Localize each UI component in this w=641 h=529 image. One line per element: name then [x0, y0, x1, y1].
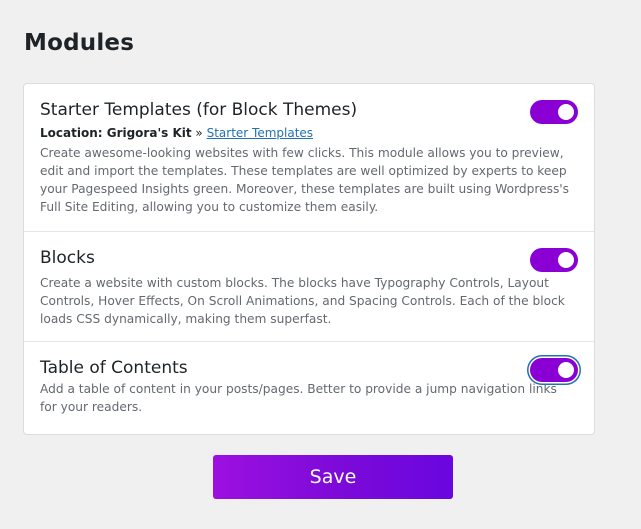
modules-card: Starter Templates (for Block Themes) Loc… — [23, 83, 595, 435]
module-title: Blocks — [40, 248, 95, 268]
location-label: Location: Grigora's Kit — [40, 126, 192, 140]
module-row-blocks: Blocks Create a website with custom bloc… — [24, 232, 594, 342]
module-title: Table of Contents — [40, 358, 188, 378]
blocks-toggle[interactable] — [530, 248, 578, 272]
starter-templates-toggle[interactable] — [530, 100, 578, 124]
module-location: Location: Grigora's Kit » Starter Templa… — [40, 126, 313, 140]
module-title: Starter Templates (for Block Themes) — [40, 100, 358, 120]
toggle-knob — [558, 252, 574, 268]
module-description: Add a table of content in your posts/pag… — [40, 382, 557, 414]
module-row-starter-templates: Starter Templates (for Block Themes) Loc… — [24, 84, 594, 232]
module-row-table-of-contents: Table of Contents Add a table of content… — [24, 342, 594, 434]
save-button[interactable]: Save — [213, 455, 453, 499]
page-title: Modules — [24, 30, 135, 56]
table-of-contents-toggle[interactable] — [530, 358, 578, 382]
toggle-knob — [558, 104, 574, 120]
toggle-knob — [558, 362, 574, 378]
location-separator: » — [191, 126, 207, 140]
module-description: Create awesome-looking websites with few… — [40, 146, 570, 214]
module-description: Create a website with custom blocks. The… — [40, 276, 565, 326]
starter-templates-link[interactable]: Starter Templates — [207, 126, 313, 140]
